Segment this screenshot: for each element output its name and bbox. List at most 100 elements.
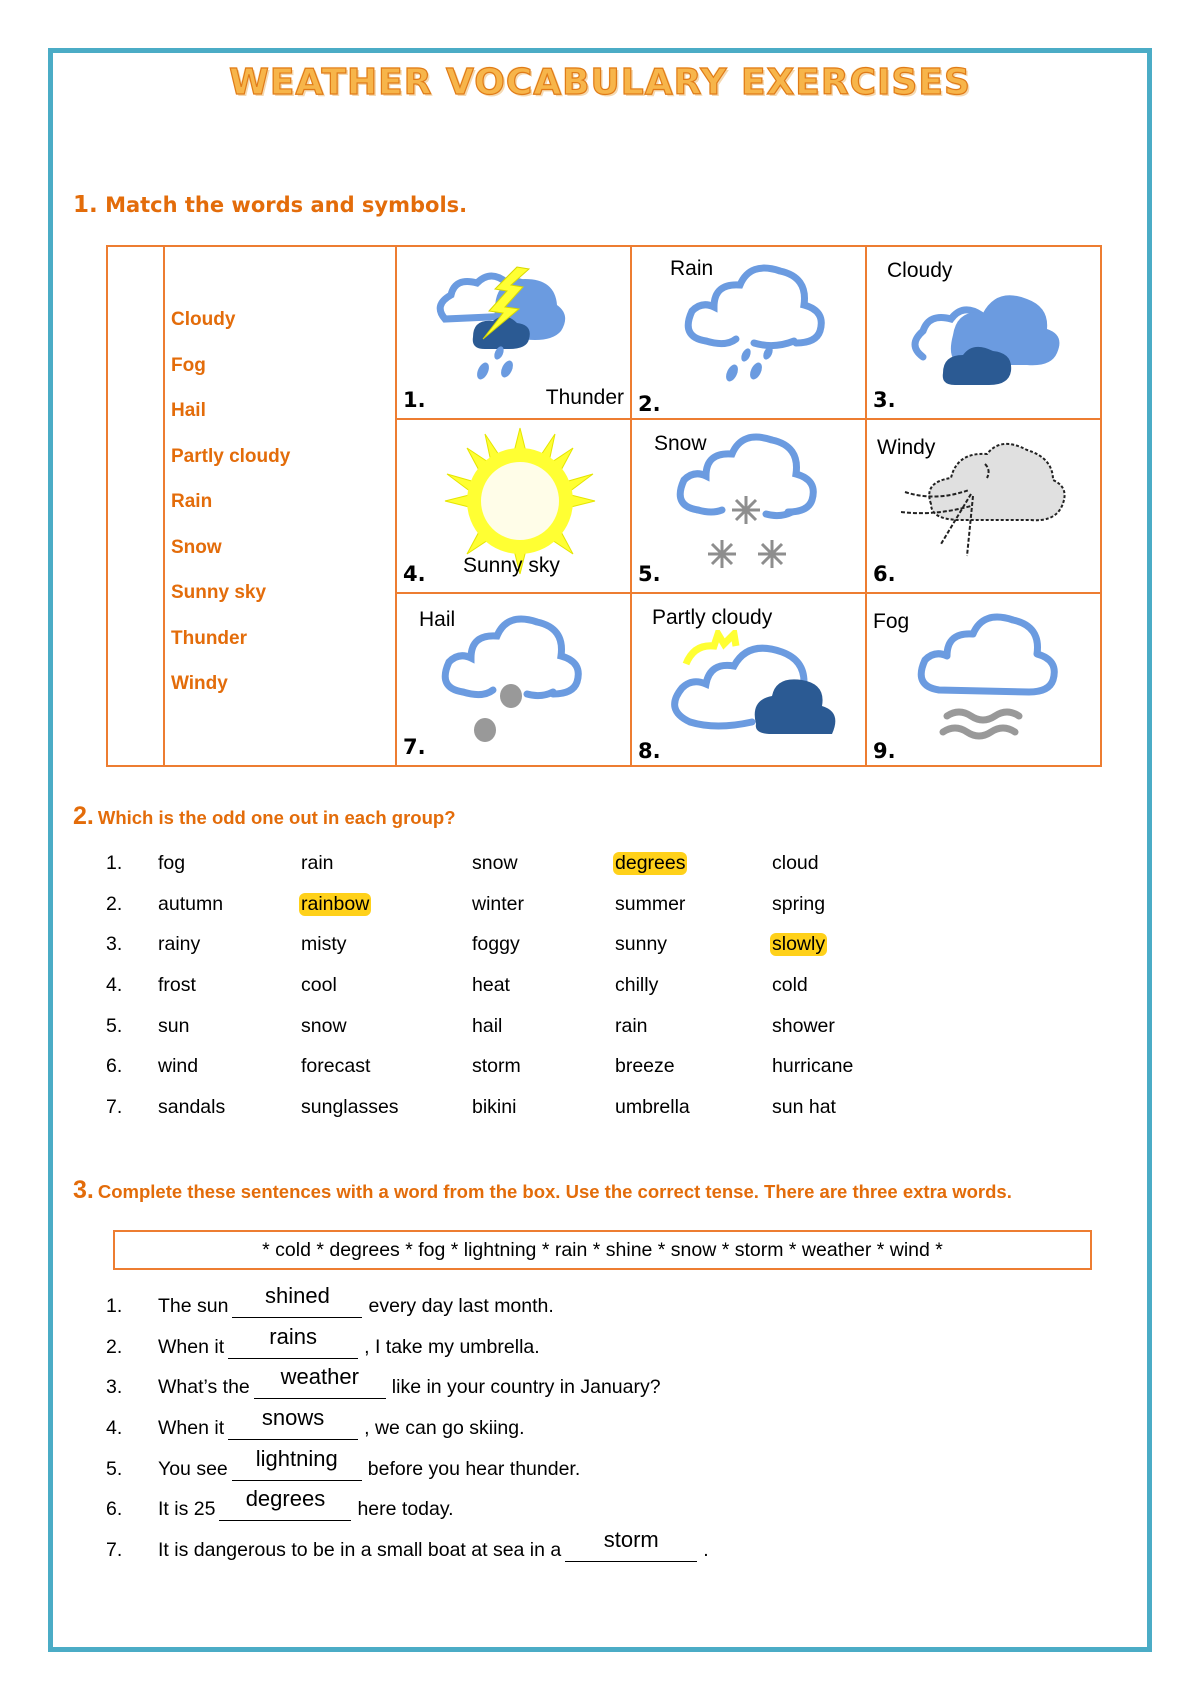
fog-cloud-icon <box>917 613 1058 740</box>
group-word-cell: summer <box>615 893 772 916</box>
group-word-cell: frost <box>158 974 301 997</box>
group-word-cell: degrees <box>613 852 772 875</box>
group-word-cell: winter <box>472 893 615 916</box>
word-item: Windy <box>171 673 228 694</box>
symbol-number: 3. <box>873 388 896 413</box>
symbol-cell-7: Hail 7. <box>395 591 632 768</box>
group-word[interactable]: foggy <box>472 933 520 956</box>
group-word[interactable]: rain <box>301 852 334 875</box>
section-2-number: 2. <box>73 802 94 830</box>
odd-group-row: 1. fog rain snow degrees cloud <box>106 852 912 893</box>
sentence-number: 5. <box>106 1457 123 1480</box>
group-word[interactable]: cold <box>772 974 808 997</box>
group-word-cell: snow <box>301 1015 472 1038</box>
group-word[interactable]: sun hat <box>772 1096 836 1119</box>
odd-group-row: 5. sun snow hail rain shower <box>106 1015 912 1056</box>
answer-blank[interactable]: degrees <box>219 1486 352 1522</box>
answer-blank[interactable]: storm <box>565 1527 698 1563</box>
group-word[interactable]: wind <box>158 1055 198 1078</box>
group-word[interactable]: heat <box>472 974 510 997</box>
partly-cloudy-icon <box>671 629 836 734</box>
group-word[interactable]: cool <box>301 974 337 997</box>
group-word[interactable]: sunny <box>615 933 667 956</box>
group-word[interactable]: storm <box>472 1055 521 1078</box>
windy-cloud-icon <box>901 443 1066 557</box>
word-item: Partly cloudy <box>171 445 291 467</box>
group-word[interactable]: cloud <box>772 852 819 875</box>
group-word[interactable]: summer <box>615 893 685 916</box>
group-word[interactable]: snow <box>301 1015 347 1038</box>
sentence-number: 6. <box>106 1498 123 1521</box>
filled-answer: snows <box>261 1405 325 1431</box>
section-1-number: 1. <box>73 192 98 218</box>
word-item: Thunder <box>171 627 247 649</box>
group-number: 5. <box>106 1014 123 1037</box>
sentence-after: here today. <box>357 1498 454 1521</box>
sentence-number: 2. <box>106 1335 123 1358</box>
symbol-number: 6. <box>873 561 896 586</box>
group-word-cell: snow <box>472 852 615 875</box>
group-number: 1. <box>106 852 123 874</box>
sentence-number: 3. <box>106 1376 123 1399</box>
group-word[interactable]: hurricane <box>772 1055 853 1078</box>
group-word[interactable]: sun <box>158 1015 189 1038</box>
group-word-cell: rain <box>301 852 472 875</box>
highlighted-answer-word[interactable]: degrees <box>613 852 688 875</box>
group-word-cell: hurricane <box>772 1055 912 1078</box>
odd-group-row: 6. wind forecast storm breeze hurricane <box>106 1055 912 1096</box>
symbol-cell-5: Snow 5. <box>630 418 867 594</box>
group-word-cell: sunglasses <box>301 1096 472 1119</box>
group-word[interactable]: umbrella <box>615 1096 690 1119</box>
answer-blank[interactable]: rains <box>228 1324 359 1359</box>
group-word[interactable]: chilly <box>615 974 658 997</box>
group-word[interactable]: rain <box>615 1015 648 1038</box>
filled-answer: rains <box>269 1323 317 1349</box>
group-word[interactable]: sunglasses <box>301 1096 399 1119</box>
group-word-cell: chilly <box>615 974 772 997</box>
group-number: 3. <box>106 933 123 956</box>
sentence-before: When it <box>158 1335 225 1358</box>
sentence-list: 1. The sun shined every day last month. 2. Wh… <box>106 1283 709 1580</box>
highlighted-answer-word[interactable]: slowly <box>770 933 828 957</box>
group-word-cell: rain <box>615 1015 772 1038</box>
group-number: 6. <box>106 1055 123 1078</box>
sentence-before: It is 25 <box>158 1498 216 1521</box>
group-word[interactable]: spring <box>772 893 825 916</box>
group-word[interactable]: bikini <box>472 1096 516 1119</box>
group-word[interactable]: frost <box>158 974 196 997</box>
cloudy-icon <box>911 295 1060 385</box>
group-word[interactable]: autumn <box>158 893 223 916</box>
filled-answer: degrees <box>245 1486 326 1512</box>
rain-cloud-icon <box>684 264 825 382</box>
sentence-row: 7. It is dangerous to be in a small boat … <box>106 1527 709 1580</box>
sentence-after: , we can go skiing. <box>364 1417 525 1440</box>
group-word[interactable]: shower <box>772 1015 835 1038</box>
answer-blank[interactable]: snows <box>228 1405 359 1441</box>
symbol-cell-4: Sunny sky 4. <box>395 418 632 594</box>
group-word[interactable]: sandals <box>158 1096 225 1119</box>
group-word-cell: autumn <box>158 893 301 916</box>
group-word[interactable]: breeze <box>615 1055 675 1078</box>
sentence-before: What’s the <box>158 1376 250 1399</box>
group-word-cell: sandals <box>158 1096 301 1119</box>
group-number: 7. <box>106 1096 123 1119</box>
answer-blank[interactable]: weather <box>253 1364 386 1400</box>
group-word-cell: foggy <box>472 933 615 956</box>
group-word[interactable]: snow <box>472 852 518 875</box>
symbol-number: 4. <box>403 561 426 586</box>
word-item: Hail <box>171 400 206 421</box>
group-word[interactable]: winter <box>472 893 524 916</box>
sentence-after: . <box>703 1539 709 1562</box>
answer-column[interactable] <box>106 245 165 767</box>
highlighted-answer-word[interactable]: rainbow <box>299 892 372 916</box>
group-word[interactable]: misty <box>301 933 347 956</box>
symbol-number: 7. <box>403 735 426 759</box>
word-list: Cloudy Fog Hail Partly cloudy Rain Snow … <box>165 247 395 719</box>
answer-blank[interactable]: lightning <box>231 1446 362 1481</box>
group-word[interactable]: rainy <box>158 933 200 956</box>
word-item: Snow <box>171 536 222 558</box>
group-word[interactable]: hail <box>472 1015 502 1038</box>
answer-blank[interactable]: shined <box>232 1283 363 1318</box>
group-word[interactable]: forecast <box>301 1055 370 1078</box>
group-word[interactable]: fog <box>158 852 185 875</box>
